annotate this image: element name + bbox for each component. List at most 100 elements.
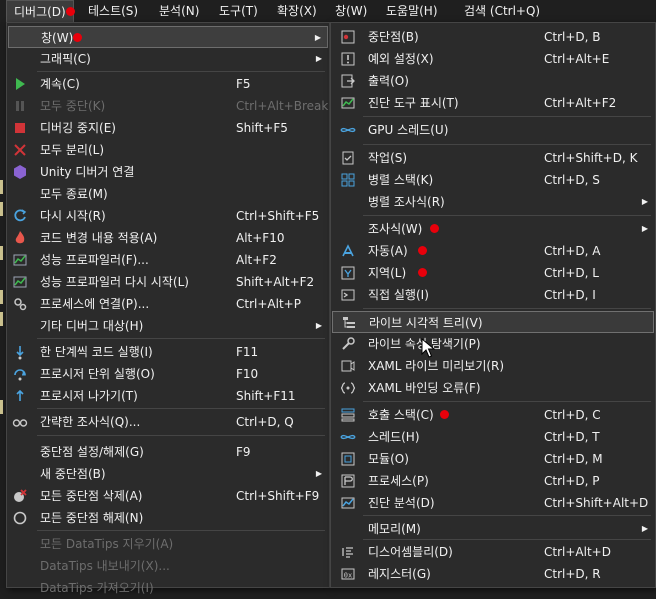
menu-item-label: XAML 라이브 미리보기(R) (368, 359, 505, 373)
menu-item-간략한-조사식[interactable]: 간략한 조사식(Q)... Ctrl+D, Q (8, 411, 328, 433)
menu-item-새-중단점[interactable]: 새 중단점(B) ▶ (8, 463, 328, 485)
menu-item-진단-분석[interactable]: 진단 분석(D) Ctrl+Shift+Alt+D (332, 492, 654, 514)
menu-item-모든-중단점-해제[interactable]: 모든 중단점 해제(N) (8, 507, 328, 529)
menu-item-성능-프로파일러[interactable]: 성능 프로파일러(F)... Alt+F2 (8, 249, 328, 271)
threads-icon (340, 429, 356, 445)
menu-separator (363, 215, 651, 216)
menu-item-조사식[interactable]: 조사식(W) ▶ (332, 218, 654, 240)
live-property-explorer-icon (340, 336, 356, 352)
step-out-icon (12, 388, 28, 404)
menu-item-라이브-속성-탐색기[interactable]: 라이브 속성 탐색기(P) (332, 333, 654, 355)
menu-help[interactable]: 도움말(H) (379, 0, 445, 22)
menu-item-그래픽[interactable]: 그래픽(C) ▶ (8, 48, 328, 70)
menu-tools[interactable]: 도구(T) (212, 0, 265, 22)
menu-item-프로시저-단위-실행[interactable]: 프로시저 단위 실행(O) F10 (8, 363, 328, 385)
live-visual-tree-icon (341, 315, 357, 331)
menu-item-병렬-조사식[interactable]: 병렬 조사식(R) ▶ (332, 191, 654, 213)
menu-extensions[interactable]: 확장(X) (270, 0, 324, 22)
debug-menu: 창(W) ▶ 그래픽(C) ▶ 계속(C) F5 모두 중단(K) Ctrl+Alt+Brea… (6, 22, 330, 595)
diagnostic-tools-icon (340, 95, 356, 111)
menu-item-디스어셈블리[interactable]: 디스어셈블리(D) Ctrl+Alt+D (332, 541, 654, 563)
call-stack-icon (340, 407, 356, 423)
menu-item-프로세스[interactable]: 프로세스(P) Ctrl+D, P (332, 470, 654, 492)
menu-item-모두-종료[interactable]: 모두 종료(M) (8, 183, 328, 205)
menu-item-작업[interactable]: 작업(S) Ctrl+Shift+D, K (332, 147, 654, 169)
menu-item-기타-디버그-대상[interactable]: 기타 디버그 대상(H) ▶ (8, 315, 328, 337)
menu-item-메모리[interactable]: 메모리(M) ▶ (332, 518, 654, 540)
shortcut-text: Ctrl+D, B (544, 30, 601, 44)
menu-item-라이브-시각적-트리[interactable]: 라이브 시각적 트리(V) (332, 311, 654, 333)
menu-item-다시-시작[interactable]: 다시 시작(R) Ctrl+Shift+F5 (8, 205, 328, 227)
menu-item-xaml-바인딩-오류[interactable]: XAML 바인딩 오류(F) (332, 377, 654, 399)
menu-item-label: 모든 중단점 해제(N) (40, 511, 144, 525)
menu-item-모듈[interactable]: 모듈(O) Ctrl+D, M (332, 448, 654, 470)
menu-item-label: 프로세스에 연결(P)... (40, 297, 150, 311)
menu-item-xaml-라이브-미리보기[interactable]: XAML 라이브 미리보기(R) (332, 355, 654, 377)
menu-item-datatips-내보내기[interactable]: DataTips 내보내기(X)... (8, 555, 328, 577)
menu-item-한-단계씩-코드-실행[interactable]: 한 단계씩 코드 실행(I) F11 (8, 341, 328, 363)
menu-item-label: 다시 시작(R) (40, 209, 106, 223)
menu-separator (363, 515, 651, 516)
menu-item-성능-프로파일러-다시-시작[interactable]: 성능 프로파일러 다시 시작(L) Shift+Alt+F2 (8, 271, 328, 293)
menu-item-label: 메모리(M) (368, 522, 421, 536)
menu-item-모두-분리[interactable]: 모두 분리(L) (8, 139, 328, 161)
menu-item-코드-변경-내용-적용[interactable]: 코드 변경 내용 적용(A) Alt+F10 (8, 227, 328, 249)
menu-item-label: 그래픽(C) (40, 52, 91, 66)
menu-separator (37, 435, 325, 436)
menu-item-직접-실행[interactable]: 직접 실행(I) Ctrl+D, I (332, 284, 654, 306)
menu-item-자동[interactable]: 자동(A) Ctrl+D, A (332, 240, 654, 262)
menu-window[interactable]: 창(W) (328, 0, 374, 22)
red-marker-dot (440, 410, 449, 419)
search-box[interactable]: 검색 (Ctrl+Q) (458, 0, 546, 22)
menu-item-병렬-스택[interactable]: 병렬 스택(K) Ctrl+D, S (332, 169, 654, 191)
menu-item-datatips-가져오기[interactable]: DataTips 가져오기(I) (8, 577, 328, 599)
menu-item-label: 지역(L) (368, 266, 407, 280)
menu-item-예외-설정[interactable]: 예외 설정(X) Ctrl+Alt+E (332, 48, 654, 70)
menu-item-모든-datatips-지우기[interactable]: 모든 DataTips 지우기(A) (8, 533, 328, 555)
menu-item-프로시저-나가기[interactable]: 프로시저 나가기(T) Shift+F11 (8, 385, 328, 407)
tasks-icon (340, 150, 356, 166)
menu-test[interactable]: 테스트(S) (81, 0, 145, 22)
shortcut-text: Ctrl+Alt+P (236, 297, 301, 311)
menu-item-gpu-스레드[interactable]: GPU 스레드(U) (332, 119, 654, 141)
menu-item-label: 병렬 조사식(R) (368, 195, 445, 209)
shortcut-text: Ctrl+D, P (544, 474, 600, 488)
submenu-arrow-icon: ▶ (641, 197, 648, 206)
diagnostic-analysis-icon (340, 495, 356, 511)
mouse-cursor-icon (421, 338, 435, 358)
xaml-preview-icon (340, 358, 356, 374)
menu-item-label: 중단점(B) (368, 30, 419, 44)
menu-item-label: 코드 변경 내용 적용(A) (40, 231, 158, 245)
menu-item-레지스터[interactable]: 0x 레지스터(G) Ctrl+D, R (332, 563, 654, 585)
menu-item-중단점-설정/해제[interactable]: 중단점 설정/해제(G) F9 (8, 441, 328, 463)
unity-icon (12, 164, 28, 180)
menu-item-모두-중단[interactable]: 모두 중단(K) Ctrl+Alt+Break (8, 95, 328, 117)
red-marker-dot (430, 224, 439, 233)
menu-item-스레드[interactable]: 스레드(H) Ctrl+D, T (332, 426, 654, 448)
menu-item-출력[interactable]: 출력(O) (332, 70, 654, 92)
shortcut-text: F9 (236, 445, 251, 459)
pause-icon (12, 98, 28, 114)
menu-item-unity-디버거-연결[interactable]: Unity 디버거 연결 (8, 161, 328, 183)
svg-text:0x: 0x (344, 572, 352, 580)
menu-item-디버깅-중지[interactable]: 디버깅 중지(E) Shift+F5 (8, 117, 328, 139)
menu-item-중단점[interactable]: 중단점(B) Ctrl+D, B (332, 26, 654, 48)
menu-item-창[interactable]: 창(W) ▶ (8, 26, 328, 48)
window-submenu: 중단점(B) Ctrl+D, B 예외 설정(X) Ctrl+Alt+E 출력(O) 진단… (330, 22, 656, 588)
menu-item-진단-도구-표시[interactable]: 진단 도구 표시(T) Ctrl+Alt+F2 (332, 92, 654, 114)
locals-icon (340, 265, 356, 281)
menu-item-label: 모듈(O) (368, 452, 409, 466)
menu-debug[interactable]: 디버그(D) (6, 0, 74, 22)
menu-item-label: 호출 스택(C) (368, 408, 434, 422)
menu-item-label: Unity 디버거 연결 (40, 165, 135, 179)
menu-item-프로세스에-연결[interactable]: 프로세스에 연결(P)... Ctrl+Alt+P (8, 293, 328, 315)
menu-analyze[interactable]: 분석(N) (152, 0, 206, 22)
red-marker-dot (73, 33, 82, 42)
menu-item-label: 진단 분석(D) (368, 496, 435, 510)
menu-item-label: 성능 프로파일러 다시 시작(L) (40, 275, 189, 289)
menu-item-계속[interactable]: 계속(C) F5 (8, 73, 328, 95)
menu-item-호출-스택[interactable]: 호출 스택(C) Ctrl+D, C (332, 404, 654, 426)
menu-item-모든-중단점-삭제[interactable]: 모든 중단점 삭제(A) Ctrl+Shift+F9 (8, 485, 328, 507)
menu-item-label: DataTips 가져오기(I) (40, 581, 154, 595)
menu-item-지역[interactable]: 지역(L) Ctrl+D, L (332, 262, 654, 284)
